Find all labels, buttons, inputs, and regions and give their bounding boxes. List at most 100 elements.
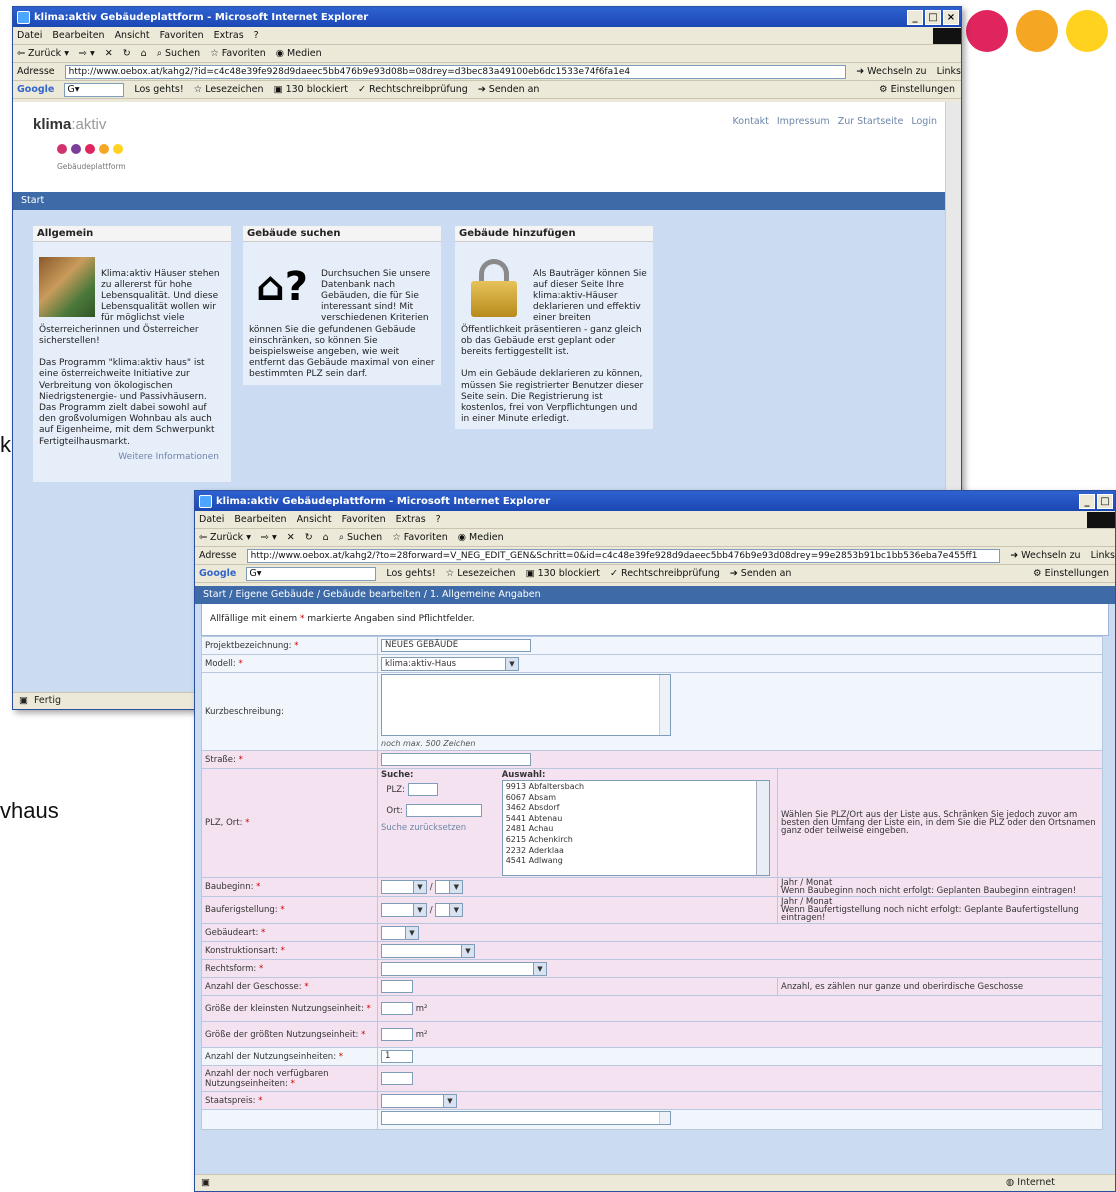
home-icon[interactable]: ⌂ [323, 532, 329, 543]
form-page: Start / Eigene Gebäude / Gebäude bearbei… [195, 586, 1115, 1174]
link-kontakt[interactable]: Kontakt [733, 116, 769, 127]
home-icon[interactable]: ⌂ [141, 48, 147, 59]
plz-ort-listbox[interactable]: 9913 Abfaltersbach 6067 Absam 3462 Absdo… [501, 780, 770, 876]
projekt-input[interactable]: NEUES GEBÄUDE [381, 639, 531, 652]
baubeginn-year-select[interactable] [381, 880, 427, 894]
verfuegbar-input[interactable] [381, 1072, 413, 1085]
ort-search-input[interactable] [405, 804, 482, 817]
list-item[interactable]: 4541 Adlwang [506, 856, 766, 867]
refresh-icon[interactable]: ↻ [305, 532, 313, 543]
rechtsform-select[interactable] [381, 961, 547, 976]
link-impressum[interactable]: Impressum [777, 116, 830, 127]
plz-search-input[interactable] [407, 783, 438, 796]
link-login[interactable]: Login [911, 116, 937, 127]
next-textarea[interactable] [381, 1111, 671, 1125]
windows-logo [933, 27, 961, 44]
minimize-button[interactable]: _ [907, 9, 923, 25]
go-button[interactable]: ➜ Wechseln zu [1010, 550, 1080, 561]
strasse-input[interactable] [381, 753, 531, 766]
menu-bearbeiten[interactable]: Bearbeiten [52, 30, 104, 41]
gebaeudeart-select[interactable] [381, 925, 419, 940]
menu-extras[interactable]: Extras [214, 30, 244, 41]
links-button[interactable]: Links [1091, 550, 1115, 561]
char-limit-hint: noch max. 500 Zeichen [381, 739, 476, 748]
maximize-button[interactable]: □ [925, 9, 941, 25]
media-button[interactable]: ◉ Medien [276, 48, 322, 59]
google-go-button[interactable]: Los gehts! [134, 84, 183, 95]
menu-bearbeiten[interactable]: Bearbeiten [234, 514, 286, 525]
go-button[interactable]: ➜ Wechseln zu [856, 66, 926, 77]
list-item[interactable]: 2481 Achau [506, 824, 766, 835]
list-item[interactable]: 5441 Abtenau [506, 814, 766, 825]
required-note: Allfällige mit einem * markierte Angaben… [201, 604, 1109, 636]
settings-button[interactable]: ⚙ Einstellungen [879, 84, 961, 95]
menu-extras[interactable]: Extras [396, 514, 426, 525]
bookmarks-button[interactable]: ☆ Lesezeichen [194, 84, 264, 95]
favorites-button[interactable]: ☆ Favoriten [392, 532, 448, 543]
anzahl-ne-input[interactable]: 1 [381, 1050, 413, 1063]
form-row-verfuegbar: Anzahl der noch verfügbaren Nutzungseinh… [201, 1065, 1103, 1092]
reset-search-link[interactable]: Suche zurücksetzen [381, 823, 495, 833]
groesste-input[interactable] [381, 1028, 413, 1041]
nav-start[interactable]: Start [13, 192, 945, 210]
menu-favoriten[interactable]: Favoriten [160, 30, 204, 41]
staatspreis-select[interactable] [381, 1093, 457, 1108]
konstruktion-select[interactable] [381, 943, 475, 958]
spellcheck-button[interactable]: ✓ Rechtschreibprüfung [610, 568, 720, 579]
send-to-button[interactable]: ➔ Senden an [478, 84, 540, 95]
menu-ansicht[interactable]: Ansicht [297, 514, 332, 525]
bookmarks-button[interactable]: ☆ Lesezeichen [446, 568, 516, 579]
link-startseite[interactable]: Zur Startseite [838, 116, 904, 127]
menu-datei[interactable]: Datei [17, 30, 42, 41]
address-input[interactable]: http://www.oebox.at/kahg2/?id=c4c48e39fe… [64, 64, 847, 79]
menu-ansicht[interactable]: Ansicht [115, 30, 150, 41]
forward-button[interactable]: ⇨ ▾ [261, 532, 277, 543]
google-search-input[interactable]: G▾ [246, 566, 377, 581]
google-go-button[interactable]: Los gehts! [386, 568, 435, 579]
address-input[interactable]: http://www.oebox.at/kahg2/?to=28forward=… [246, 548, 1001, 563]
menu-help[interactable]: ? [436, 514, 441, 525]
form-row-plz: PLZ, Ort: * Suche: PLZ: Ort: Suche zurüc… [201, 768, 1103, 878]
kurzbeschreibung-textarea[interactable] [381, 674, 671, 736]
forward-button[interactable]: ⇨ ▾ [79, 48, 95, 59]
menu-help[interactable]: ? [254, 30, 259, 41]
list-item[interactable]: 2232 Aderklaa [506, 846, 766, 857]
media-button[interactable]: ◉ Medien [458, 532, 504, 543]
spellcheck-button[interactable]: ✓ Rechtschreibprüfung [358, 84, 468, 95]
fertig-month-select[interactable] [435, 903, 464, 917]
fertig-year-select[interactable] [381, 903, 427, 917]
title-bar: klima:aktiv Gebäudeplattform - Microsoft… [195, 491, 1115, 511]
popup-blocker[interactable]: ▣ 130 blockiert [274, 84, 348, 95]
baubeginn-month-select[interactable] [435, 880, 464, 894]
favorites-button[interactable]: ☆ Favoriten [210, 48, 266, 59]
close-button[interactable]: × [943, 9, 959, 25]
modell-select[interactable]: klima:aktiv-Haus [381, 656, 519, 671]
kleinste-input[interactable] [381, 1002, 413, 1015]
status-text: Fertig [33, 695, 62, 706]
menu-datei[interactable]: Datei [199, 514, 224, 525]
list-item[interactable]: 9913 Abfaltersbach [506, 782, 766, 793]
site-logo[interactable]: klima:aktiv [33, 116, 106, 133]
list-item[interactable]: 6067 Absam [506, 793, 766, 804]
google-search-input[interactable]: G▾ [64, 82, 125, 97]
popup-blocker[interactable]: ▣ 130 blockiert [526, 568, 600, 579]
more-info-link[interactable]: Weitere Informationen [39, 448, 225, 467]
slide-text-fragment-2: vhaus [0, 798, 59, 823]
menu-favoriten[interactable]: Favoriten [342, 514, 386, 525]
plz-hint: Wählen Sie PLZ/Ort aus der Liste aus. Sc… [777, 768, 1103, 878]
list-item[interactable]: 3462 Absdorf [506, 803, 766, 814]
search-button[interactable]: ⌕ Suchen [339, 532, 383, 543]
back-button[interactable]: ⇦ Zurück ▾ [17, 48, 69, 59]
send-to-button[interactable]: ➔ Senden an [730, 568, 792, 579]
settings-button[interactable]: ⚙ Einstellungen [1033, 568, 1115, 579]
search-button[interactable]: ⌕ Suchen [157, 48, 201, 59]
geschosse-input[interactable] [381, 980, 413, 993]
maximize-button[interactable]: □ [1097, 493, 1113, 509]
stop-icon[interactable]: ✕ [287, 532, 295, 543]
list-item[interactable]: 6215 Achenkirch [506, 835, 766, 846]
stop-icon[interactable]: ✕ [105, 48, 113, 59]
back-button[interactable]: ⇦ Zurück ▾ [199, 532, 251, 543]
links-button[interactable]: Links [937, 66, 961, 77]
minimize-button[interactable]: _ [1079, 493, 1095, 509]
refresh-icon[interactable]: ↻ [123, 48, 131, 59]
